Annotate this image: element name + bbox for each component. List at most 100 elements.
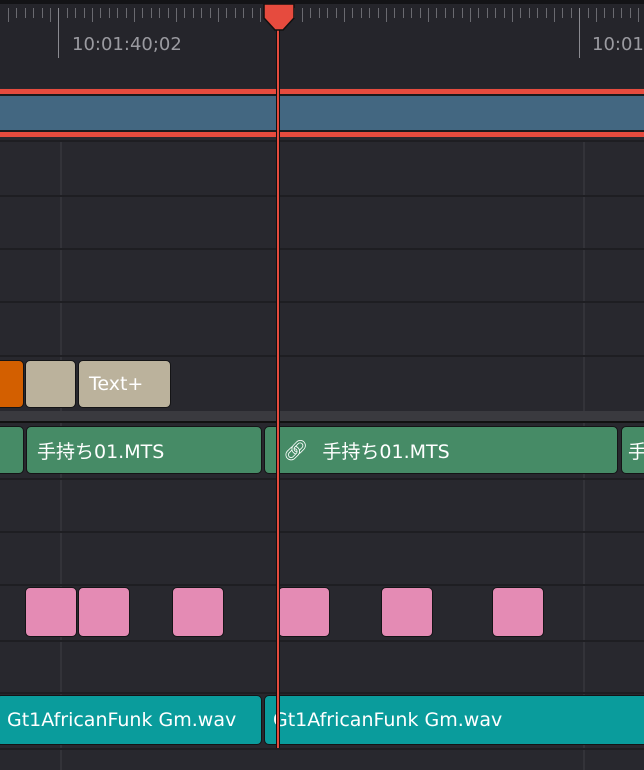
audio-clip[interactable]: Gt1AfricanFunk Gm.wav bbox=[0, 695, 262, 745]
ruler-tick bbox=[83, 8, 85, 18]
ruler-tick bbox=[587, 8, 589, 18]
ruler-tick bbox=[638, 8, 639, 22]
ruler-tick bbox=[125, 8, 127, 18]
track-divider bbox=[0, 748, 644, 750]
ruler-tick bbox=[243, 8, 245, 18]
ruler-tick bbox=[478, 8, 480, 18]
ruler-tick bbox=[142, 8, 144, 18]
ruler-tick bbox=[184, 8, 186, 18]
ruler-tick bbox=[394, 8, 396, 18]
ruler-tick bbox=[167, 8, 169, 18]
title-clip-text-plus[interactable]: Text+ bbox=[78, 360, 171, 408]
title-clip[interactable] bbox=[25, 360, 76, 408]
track-divider bbox=[0, 478, 644, 480]
ruler-tick bbox=[176, 8, 177, 22]
ruler-tick bbox=[24, 8, 26, 18]
ruler-tick bbox=[66, 8, 68, 18]
track-divider bbox=[0, 640, 644, 642]
ruler-tick bbox=[33, 8, 35, 18]
ruler-tick bbox=[629, 8, 631, 18]
link-icon: 🔗︎ bbox=[283, 438, 309, 462]
track-divider bbox=[0, 248, 644, 250]
playhead-handle[interactable] bbox=[263, 4, 295, 32]
ruler-tick bbox=[562, 8, 564, 18]
ruler-tick bbox=[436, 8, 438, 18]
video-clip-linked[interactable]: 🔗︎ 手持ち01.MTS bbox=[264, 426, 618, 474]
ruler-tick bbox=[411, 8, 413, 18]
ruler-tick bbox=[302, 8, 303, 22]
ruler-tick bbox=[108, 8, 110, 18]
ruler-tick bbox=[596, 8, 597, 22]
playhead-line[interactable] bbox=[276, 20, 280, 748]
track-divider bbox=[0, 301, 644, 303]
ruler-tick bbox=[570, 8, 572, 18]
ruler-tick bbox=[327, 8, 329, 18]
track-divider bbox=[0, 195, 644, 197]
ruler-tick bbox=[260, 8, 261, 22]
ruler-tick bbox=[226, 8, 228, 18]
ruler-tick bbox=[159, 8, 161, 18]
ruler-tick bbox=[369, 8, 371, 18]
ruler-tick bbox=[344, 8, 345, 22]
pink-clip[interactable] bbox=[78, 587, 130, 637]
ruler-tick bbox=[444, 8, 446, 18]
ruler-tick bbox=[58, 8, 60, 58]
generator-clip[interactable] bbox=[0, 360, 24, 408]
ruler-tick bbox=[50, 8, 51, 22]
ruler-tick bbox=[520, 8, 522, 18]
ruler-tick bbox=[512, 8, 513, 22]
ruler-tick bbox=[117, 8, 119, 18]
ruler-tick bbox=[604, 8, 606, 18]
video-clip[interactable]: 手持ち01.MTS bbox=[26, 426, 262, 474]
ruler-tick bbox=[201, 8, 203, 18]
pink-clip[interactable] bbox=[25, 587, 77, 637]
ruler-tick bbox=[134, 8, 135, 22]
pink-clip[interactable] bbox=[172, 587, 224, 637]
ruler-tick bbox=[318, 8, 320, 18]
ruler-tick bbox=[100, 8, 102, 18]
track-divider bbox=[0, 355, 644, 357]
ruler-tick bbox=[218, 8, 219, 22]
timecode-label: 10:01 bbox=[592, 34, 644, 55]
selected-range-bar[interactable] bbox=[0, 89, 644, 137]
audio-clip[interactable]: Gt1AfricanFunk Gm.wav bbox=[264, 695, 644, 745]
ruler-tick bbox=[495, 8, 497, 18]
ruler-tick bbox=[470, 8, 471, 22]
ruler-tick bbox=[377, 8, 379, 18]
ruler-tick bbox=[75, 8, 77, 18]
ruler-tick bbox=[192, 8, 194, 18]
pink-clip[interactable] bbox=[492, 587, 544, 637]
ruler-tick bbox=[419, 8, 421, 18]
ruler-tick bbox=[612, 8, 614, 18]
ruler-tick bbox=[209, 8, 211, 18]
track-divider bbox=[0, 692, 644, 694]
ruler-tick bbox=[554, 8, 555, 22]
ruler-tick bbox=[537, 8, 539, 18]
ruler-tick bbox=[251, 8, 253, 18]
clip-label: 手持ち01.MTS bbox=[322, 440, 450, 463]
pink-clip[interactable] bbox=[278, 587, 330, 637]
ruler-tick bbox=[16, 8, 18, 18]
ruler-tick bbox=[402, 8, 404, 18]
ruler-tick bbox=[150, 8, 152, 18]
ruler-tick bbox=[41, 8, 43, 18]
ruler-tick bbox=[579, 8, 581, 58]
track-divider bbox=[0, 531, 644, 533]
ruler-tick bbox=[234, 8, 236, 18]
ruler-tick bbox=[92, 8, 93, 22]
ruler-tick bbox=[461, 8, 463, 18]
pink-clip[interactable] bbox=[381, 587, 433, 637]
ruler-tick bbox=[352, 8, 354, 18]
ruler-tick bbox=[428, 8, 429, 22]
ruler-tick bbox=[486, 8, 488, 18]
track-separator bbox=[0, 411, 644, 423]
ruler-tick bbox=[621, 8, 623, 18]
ruler-tick bbox=[528, 8, 530, 18]
ruler-tick bbox=[545, 8, 547, 18]
video-clip[interactable] bbox=[0, 426, 24, 474]
video-clip[interactable]: 手 bbox=[621, 426, 644, 474]
ruler-tick bbox=[335, 8, 337, 18]
timeline-ruler[interactable]: 10:01:40;02 10:01 bbox=[0, 0, 644, 88]
timecode-label: 10:01:40;02 bbox=[72, 34, 182, 55]
ruler-tick bbox=[503, 8, 505, 18]
